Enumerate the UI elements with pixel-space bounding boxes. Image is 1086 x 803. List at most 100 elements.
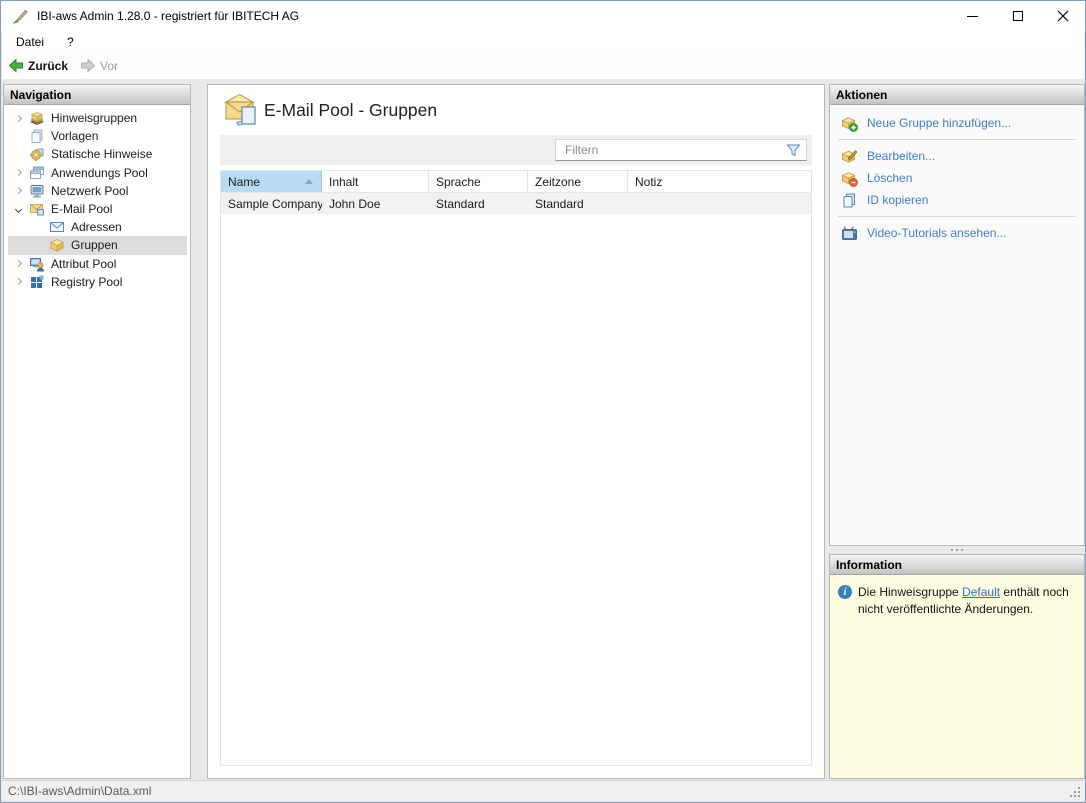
cell-zeitzone: Standard [535,196,584,211]
actions-separator [838,139,1076,140]
sort-ascending-icon [305,179,313,184]
sidebar-item-label: Vorlagen [51,129,99,144]
column-header-name[interactable]: Name [221,171,322,192]
column-header-label: Notiz [635,174,663,189]
close-icon [1057,10,1068,22]
forward-button-label: Vor [100,58,119,73]
title-bar: IBI-aws Admin 1.28.0 - registriert für I… [1,1,1085,31]
sidebar-item-netzwerk-pool[interactable]: Netzwerk Pool [4,182,190,200]
page-title: E-Mail Pool - Gruppen [264,100,438,120]
edit-action[interactable]: Bearbeiten... [830,145,1084,167]
info-message-part: Die Hinweisgruppe [858,585,963,599]
chevron-right-icon[interactable] [12,187,24,195]
cell-inhalt: John Doe [329,196,381,211]
cell-notiz [628,193,811,214]
data-file-path: C:\IBI-aws\Admin\Data.xml [8,784,152,798]
groups-table: Name Inhalt Sprache Zeitzone Notiz Sampl… [220,170,812,766]
panel-splitter[interactable] [829,546,1085,554]
maximize-icon [1012,11,1023,21]
sidebar-item-label: Adressen [71,220,122,235]
table-row[interactable]: Sample Company M... John Doe Standard St… [221,193,811,214]
email-pool-groups-icon [224,93,256,126]
maximize-button[interactable] [995,1,1040,31]
status-bar: C:\IBI-aws\Admin\Data.xml [2,780,1084,801]
sidebar-item-label: Netzwerk Pool [51,183,129,198]
forward-icon [81,58,96,73]
navigation-header: Navigation [4,85,190,105]
groups-icon [49,239,65,253]
action-label: ID kopieren [867,193,929,207]
column-header-label: Sprache [436,174,481,189]
forward-button[interactable]: Vor [74,56,124,75]
action-label: Neue Gruppe hinzufügen... [867,116,1012,130]
minimize-icon [967,15,978,17]
column-header-zeitzone[interactable]: Zeitzone [528,171,628,192]
info-icon: i [838,585,852,599]
delete-action[interactable]: Löschen [830,167,1084,189]
information-message: Die Hinweisgruppe Default enthält noch n… [858,584,1076,778]
column-header-sprache[interactable]: Sprache [429,171,528,192]
registry-pool-icon [31,275,44,288]
column-header-label: Zeitzone [535,174,582,189]
splitter-handle-icon [956,549,958,551]
sidebar-item-email-pool[interactable]: E-Mail Pool [4,200,190,218]
notice-groups-icon [30,112,44,125]
filter-funnel-icon[interactable] [786,143,801,158]
delete-group-icon [841,171,858,187]
sidebar-item-hinweisgruppen[interactable]: Hinweisgruppen [4,109,190,127]
sidebar-item-label: Statische Hinweise [51,147,153,162]
actions-header: Aktionen [830,85,1084,105]
chevron-right-icon[interactable] [12,260,24,268]
back-button[interactable]: Zurück [2,56,74,75]
filter-toolbar [220,135,812,165]
sidebar-item-vorlagen[interactable]: Vorlagen [4,127,190,145]
column-header-inhalt[interactable]: Inhalt [322,171,429,192]
chevron-down-icon[interactable] [12,205,24,213]
action-label: Löschen [867,171,913,185]
back-button-label: Zurück [28,58,69,73]
sidebar-item-label: Registry Pool [51,274,123,289]
network-pool-icon [30,184,44,198]
column-header-notiz[interactable]: Notiz [628,171,811,192]
actions-separator [838,216,1076,217]
attribute-pool-icon [30,257,45,272]
sidebar-item-label: Attribut Pool [51,256,117,271]
navigation-tree: Hinweisgruppen Vorlagen Statische Hinwei… [4,105,190,778]
sidebar-item-registry-pool[interactable]: Registry Pool [4,273,190,291]
main-content-panel: E-Mail Pool - Gruppen Name Inhalt Sprach… [207,84,825,779]
actions-panel: Aktionen Neue Gruppe hinzufügen... Bearb… [829,84,1085,546]
information-panel: Information i Die Hinweisgruppe Default … [829,554,1085,779]
default-group-link[interactable]: Default [962,585,1000,599]
right-side-panel: Aktionen Neue Gruppe hinzufügen... Bearb… [829,84,1085,779]
column-header-label: Inhalt [329,174,359,189]
sidebar-item-statische-hinweise[interactable]: Statische Hinweise [4,145,190,163]
back-icon [8,58,23,73]
sidebar-item-label: E-Mail Pool [51,202,113,217]
static-notices-icon [30,149,44,162]
sidebar-item-adressen[interactable]: Adressen [4,218,190,236]
chevron-right-icon[interactable] [12,278,24,286]
sidebar-item-gruppen[interactable]: Gruppen [4,236,190,255]
video-tutorials-icon [842,225,857,240]
video-tutorials-action[interactable]: Video-Tutorials ansehen... [830,222,1084,244]
sidebar-item-anwendungs-pool[interactable]: Anwendungs Pool [4,164,190,182]
filter-input[interactable] [556,140,806,160]
minimize-button[interactable] [950,1,995,31]
navigation-panel: Navigation Hinweisgruppen Vorlagen Stati… [3,84,191,779]
main-header: E-Mail Pool - Gruppen [208,85,824,135]
menu-bar: Datei ? [2,31,1084,52]
add-group-action[interactable]: Neue Gruppe hinzufügen... [830,112,1084,134]
action-label: Bearbeiten... [867,149,936,163]
sidebar-item-attribut-pool[interactable]: Attribut Pool [4,255,190,273]
resize-grip[interactable] [1069,786,1081,798]
sidebar-item-label: Anwendungs Pool [51,165,148,180]
sidebar-item-label: Hinweisgruppen [51,111,138,126]
close-button[interactable] [1040,1,1085,31]
menu-item-help[interactable]: ? [58,33,83,51]
menu-item-datei[interactable]: Datei [7,33,53,51]
chevron-right-icon[interactable] [12,114,24,122]
copy-id-action[interactable]: ID kopieren [830,189,1084,211]
edit-group-icon [841,149,858,163]
chevron-right-icon[interactable] [12,169,24,177]
cell-name: Sample Company M... [228,196,322,211]
